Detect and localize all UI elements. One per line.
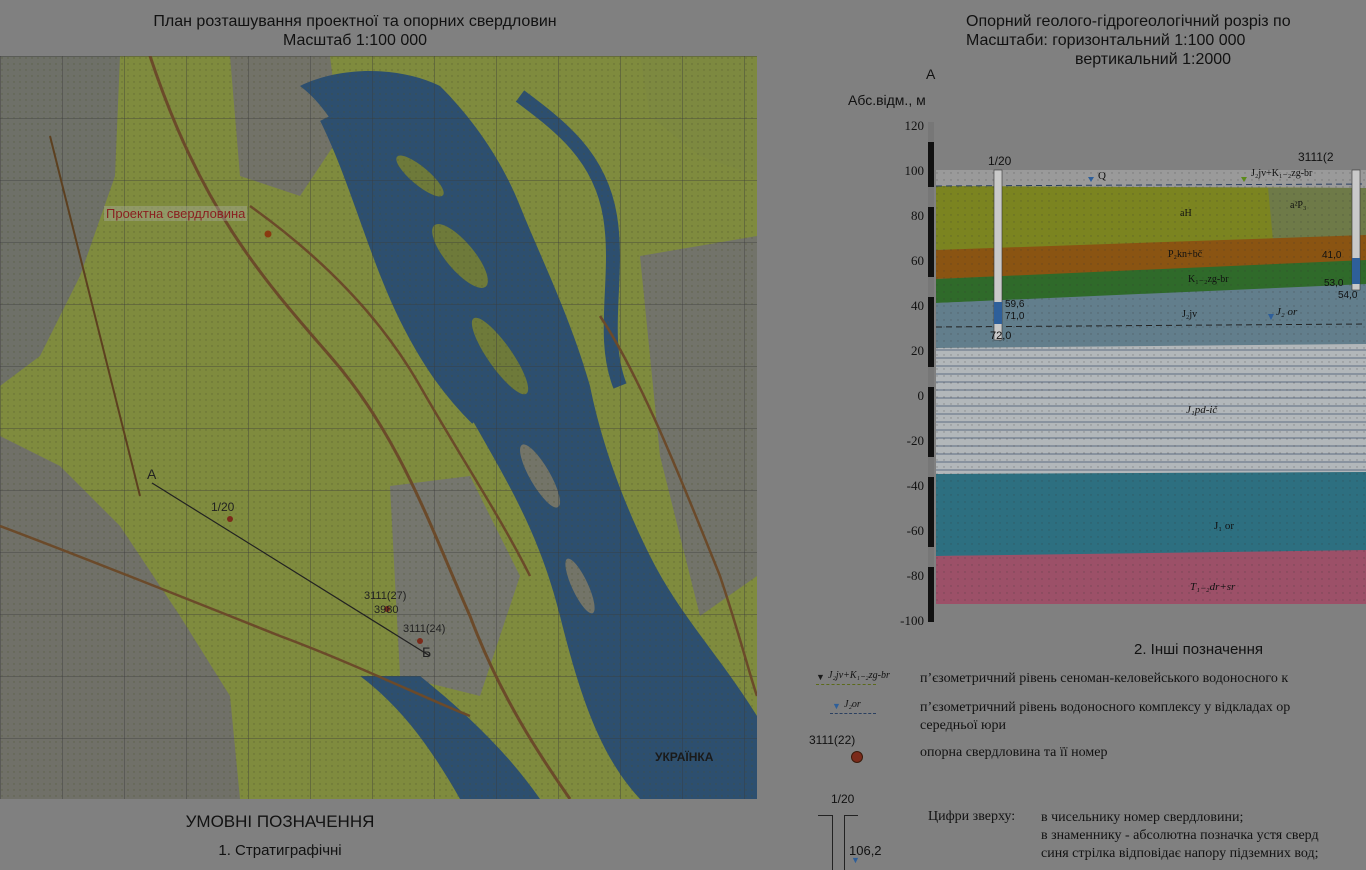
reference-well-icon (851, 751, 863, 763)
section-title: Опорний геолого-гідрогеологічний розріз … (966, 12, 1291, 69)
well-3980-label: 3980 (374, 604, 399, 616)
legend-item3-text: опорна свердловина та її номер (920, 745, 1108, 760)
legend-item4-line1: в чисельнику номер свердловини; (1041, 810, 1244, 825)
y-tick: -40 (906, 478, 924, 493)
right-well-value-1: 41,0 (1322, 250, 1342, 261)
y-tick: 100 (904, 163, 925, 178)
y-tick: -80 (906, 568, 924, 583)
section-y-axis: 120 100 80 60 40 20 0 -20 -40 -60 -80 -1… (868, 118, 924, 630)
legend-item1-symbol: ▼ J₂jv+K₁₋₂zg-br (814, 670, 904, 690)
layer-j2jv-top-label: J₂jv+K₁₋₂zg-br (1251, 168, 1313, 179)
layer-ah-label: aH (1180, 208, 1192, 219)
other-legend-title: 2. Інші позначення (1134, 641, 1263, 658)
section-canvas (928, 122, 1366, 622)
right-well-value-3: 54,0 (1338, 290, 1358, 301)
layer-j2or-level-label: J₂ or (1276, 306, 1298, 318)
left-well-value-1: 59,6 (1005, 299, 1025, 310)
well-3111-27-label: 3111(27) (364, 590, 407, 602)
layer-t-label: T₁₋₂dr+sr (1190, 581, 1236, 593)
place-ukrainka-label: УКРАЇНКА (655, 750, 714, 764)
section-axis-label: Абс.відм., м (848, 92, 926, 108)
legend-title: УМОВНІ ПОЗНАЧЕННЯ (185, 812, 375, 831)
layer-a2p-label: a²P₃ (1290, 200, 1307, 211)
y-tick: -60 (906, 523, 924, 538)
y-tick: 0 (917, 388, 925, 403)
y-tick: 20 (911, 343, 924, 358)
legend-item2-text-line1: п’єзометричний рівень водоносного компле… (920, 700, 1291, 715)
legend-item2-text-line2: середньої юри (920, 718, 1006, 733)
plan-title: План розташування проектної та опорних с… (40, 12, 670, 50)
legend-item4-symbol-label: 1/20 (831, 792, 855, 806)
legend-item3-symbol-label: 3111(22) (809, 733, 856, 747)
legend-item4-value: 106,2 (849, 843, 882, 858)
section-well-left-label: 1/20 (988, 154, 1012, 168)
layer-p2kn-label: P₂kn+bč (1168, 249, 1203, 260)
section-point-b: Б (422, 644, 432, 660)
y-tick: 40 (911, 298, 924, 313)
section-title-line3: вертикальний 1:2000 (1075, 51, 1232, 68)
legend-item4-caption: Цифри зверху: (928, 809, 1016, 824)
legend-item4-line3: синя стрілка відповідає напору підземних… (1041, 846, 1319, 861)
layer-j1pd-label: J₁pd-ič (1186, 404, 1218, 416)
section-label-a: А (926, 66, 936, 82)
map-canvas (0, 56, 757, 799)
layer-k1-label: K₁₋₂zg-br (1188, 274, 1229, 285)
geological-section[interactable]: 1/20 3111(2 Q J₂jv+K₁₋₂zg-br aH a²P₃ P₂k… (928, 122, 1366, 626)
legend-item1-symbol-label: J₂jv+K₁₋₂zg-br (828, 670, 890, 681)
legend-item1-text: п’єзометричний рівень сеноман-келовейськ… (920, 671, 1289, 686)
left-well-value-3: 72,0 (990, 330, 1012, 342)
well-3111-24-label: 3111(24) (403, 623, 446, 635)
right-well-value-2: 53,0 (1324, 278, 1344, 289)
well-1-20-label: 1/20 (211, 500, 235, 514)
section-title-line2: Масштаби: горизонтальний 1:100 000 (966, 32, 1246, 49)
project-well-label: Проектна свердловина (104, 206, 248, 221)
layer-j2jv-label: J₂jv (1182, 309, 1198, 320)
layer-q-label: Q (1098, 170, 1106, 182)
section-title-line1: Опорний геолого-гідрогеологічний розріз … (966, 13, 1291, 30)
y-tick: -20 (906, 433, 924, 448)
legend-item2-text: п’єзометричний рівень водоносного компле… (920, 699, 1290, 735)
legend-item4-text: в чисельнику номер свердловини; в знамен… (1041, 809, 1319, 863)
topographic-map[interactable]: Проектна свердловина А 1/20 3111(27) 398… (0, 56, 757, 799)
y-tick: -100 (900, 613, 924, 628)
legend-item4-line2: в знаменнику - абсолютна позначка устя с… (1041, 828, 1319, 843)
left-well-value-2: 71,0 (1005, 311, 1025, 322)
y-tick: 60 (911, 253, 924, 268)
section-point-a: А (147, 466, 157, 482)
legend-item2-symbol-label: J₂or (844, 699, 861, 710)
layer-j1or-label: J₁ or (1214, 520, 1235, 532)
y-tick: 80 (911, 208, 924, 223)
legend-strat-title: 1. Стратиграфічні (218, 842, 342, 859)
plan-title-line2: Масштаб 1:100 000 (282, 32, 428, 49)
y-tick: 120 (904, 118, 925, 133)
legend-item2-symbol: ▼ J₂or (830, 699, 890, 719)
section-well-right-label: 3111(2 (1298, 150, 1334, 164)
plan-title-line1: План розташування проектної та опорних с… (153, 13, 557, 30)
well-symbol-icon: ▼ (818, 812, 868, 870)
